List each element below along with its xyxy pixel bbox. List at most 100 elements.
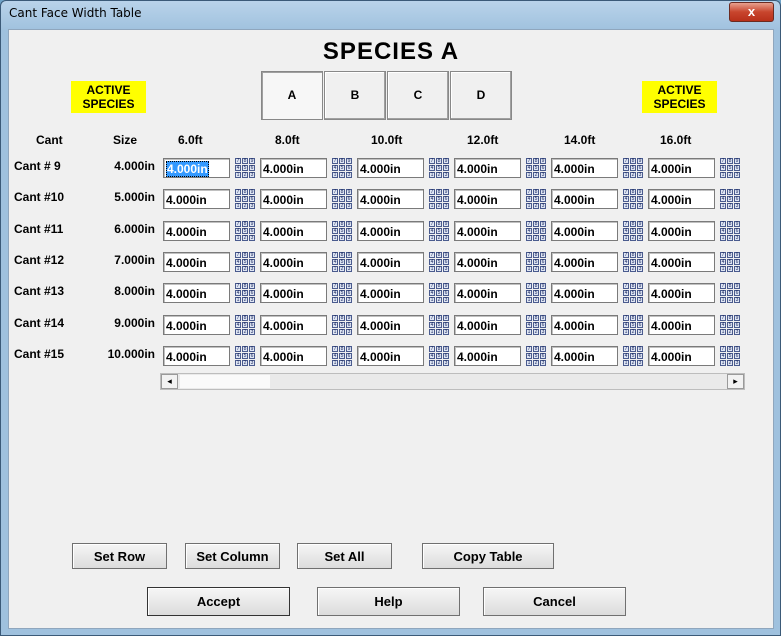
keypad-icon[interactable]: 789 456 123	[429, 220, 449, 242]
scroll-thumb[interactable]	[180, 375, 270, 388]
keypad-icon[interactable]: 789 456 123	[332, 345, 352, 367]
set-all-button[interactable]: Set All	[297, 543, 392, 569]
face-width-input[interactable]: 4.000in	[163, 283, 230, 304]
accept-button[interactable]: Accept	[147, 587, 290, 616]
species-tab-b[interactable]: B	[324, 71, 386, 120]
keypad-icon[interactable]: 789 456 123	[623, 314, 643, 336]
face-width-input[interactable]: 4.000in	[260, 251, 327, 272]
keypad-icon[interactable]: 789 456 123	[332, 282, 352, 304]
face-width-input[interactable]: 4.000in	[454, 345, 521, 366]
face-width-input[interactable]: 4.000in	[551, 158, 618, 178]
face-width-input[interactable]: 4.000in	[357, 189, 424, 210]
face-width-input[interactable]: 4.000in	[260, 314, 327, 335]
keypad-icon[interactable]: 789 456 123	[720, 157, 740, 179]
face-width-input[interactable]: 4.000in	[163, 158, 230, 178]
copy-table-button[interactable]: Copy Table	[422, 543, 554, 569]
face-width-input[interactable]: 4.000in	[260, 158, 327, 178]
species-tab-a[interactable]: A	[261, 71, 323, 120]
face-width-input[interactable]: 4.000in	[454, 314, 521, 335]
face-width-input[interactable]: 4.000in	[454, 251, 521, 272]
face-width-input[interactable]: 4.000in	[260, 345, 327, 366]
help-button[interactable]: Help	[317, 587, 460, 616]
keypad-icon[interactable]: 789 456 123	[429, 345, 449, 367]
cancel-button[interactable]: Cancel	[483, 587, 626, 616]
keypad-icon[interactable]: 789 456 123	[235, 251, 255, 273]
keypad-icon[interactable]: 789 456 123	[623, 345, 643, 367]
keypad-icon[interactable]: 789 456 123	[720, 282, 740, 304]
keypad-icon[interactable]: 789 456 123	[720, 220, 740, 242]
scroll-right-button[interactable]: ▸	[727, 374, 744, 389]
keypad-icon[interactable]: 789 456 123	[332, 220, 352, 242]
face-width-input[interactable]: 4.000in	[648, 189, 715, 210]
keypad-icon[interactable]: 789 456 123	[332, 314, 352, 336]
face-width-input[interactable]: 4.000in	[454, 220, 521, 241]
keypad-icon[interactable]: 789 456 123	[235, 282, 255, 304]
face-width-input[interactable]: 4.000in	[551, 220, 618, 241]
face-width-input[interactable]: 4.000in	[648, 251, 715, 272]
keypad-icon[interactable]: 789 456 123	[623, 220, 643, 242]
face-width-input[interactable]: 4.000in	[163, 251, 230, 272]
keypad-icon[interactable]: 789 456 123	[526, 345, 546, 367]
keypad-icon[interactable]: 789 456 123	[332, 188, 352, 210]
keypad-icon[interactable]: 789 456 123	[235, 188, 255, 210]
keypad-icon[interactable]: 789 456 123	[526, 314, 546, 336]
keypad-icon[interactable]: 789 456 123	[429, 188, 449, 210]
keypad-icon[interactable]: 789 456 123	[623, 188, 643, 210]
keypad-icon[interactable]: 789 456 123	[623, 251, 643, 273]
face-width-input[interactable]: 4.000in	[454, 158, 521, 178]
species-tab-c[interactable]: C	[387, 71, 449, 120]
species-tab-d[interactable]: D	[450, 71, 512, 120]
keypad-icon[interactable]: 789 456 123	[429, 157, 449, 179]
keypad-icon[interactable]: 789 456 123	[429, 314, 449, 336]
face-width-input[interactable]: 4.000in	[551, 283, 618, 304]
title-bar[interactable]: Cant Face Width Table x	[1, 1, 780, 25]
keypad-icon[interactable]: 789 456 123	[526, 157, 546, 179]
face-width-input[interactable]: 4.000in	[454, 283, 521, 304]
keypad-icon[interactable]: 789 456 123	[720, 188, 740, 210]
keypad-icon[interactable]: 789 456 123	[235, 345, 255, 367]
keypad-icon[interactable]: 789 456 123	[720, 314, 740, 336]
horizontal-scrollbar[interactable]: ◂ ▸	[160, 373, 745, 390]
keypad-icon[interactable]: 789 456 123	[429, 251, 449, 273]
face-width-input[interactable]: 4.000in	[454, 189, 521, 210]
keypad-icon[interactable]: 789 456 123	[235, 220, 255, 242]
keypad-icon[interactable]: 789 456 123	[623, 282, 643, 304]
face-width-input[interactable]: 4.000in	[260, 283, 327, 304]
face-width-input[interactable]: 4.000in	[551, 314, 618, 335]
keypad-icon[interactable]: 789 456 123	[332, 251, 352, 273]
face-width-input[interactable]: 4.000in	[551, 189, 618, 210]
keypad-icon[interactable]: 789 456 123	[526, 188, 546, 210]
face-width-input[interactable]: 4.000in	[551, 251, 618, 272]
face-width-input[interactable]: 4.000in	[357, 314, 424, 335]
face-width-input[interactable]: 4.000in	[260, 189, 327, 210]
face-width-input[interactable]: 4.000in	[357, 251, 424, 272]
keypad-icon[interactable]: 789 456 123	[526, 282, 546, 304]
set-column-button[interactable]: Set Column	[185, 543, 280, 569]
face-width-input[interactable]: 4.000in	[648, 314, 715, 335]
keypad-icon[interactable]: 789 456 123	[429, 282, 449, 304]
keypad-icon[interactable]: 789 456 123	[720, 251, 740, 273]
face-width-input[interactable]: 4.000in	[357, 283, 424, 304]
face-width-input[interactable]: 4.000in	[163, 345, 230, 366]
keypad-icon[interactable]: 789 456 123	[526, 251, 546, 273]
keypad-icon[interactable]: 789 456 123	[720, 345, 740, 367]
scroll-left-button[interactable]: ◂	[161, 374, 178, 389]
keypad-icon[interactable]: 789 456 123	[235, 314, 255, 336]
face-width-input[interactable]: 4.000in	[163, 189, 230, 210]
face-width-input[interactable]: 4.000in	[648, 345, 715, 366]
face-width-input[interactable]: 4.000in	[357, 345, 424, 366]
face-width-input[interactable]: 4.000in	[648, 158, 715, 178]
face-width-input[interactable]: 4.000in	[357, 158, 424, 178]
face-width-input[interactable]: 4.000in	[551, 345, 618, 366]
face-width-input[interactable]: 4.000in	[163, 220, 230, 241]
face-width-input[interactable]: 4.000in	[357, 220, 424, 241]
face-width-input[interactable]: 4.000in	[648, 220, 715, 241]
keypad-icon[interactable]: 789 456 123	[526, 220, 546, 242]
face-width-input[interactable]: 4.000in	[648, 283, 715, 304]
face-width-input[interactable]: 4.000in	[163, 314, 230, 335]
keypad-icon[interactable]: 789 456 123	[623, 157, 643, 179]
face-width-input[interactable]: 4.000in	[260, 220, 327, 241]
set-row-button[interactable]: Set Row	[72, 543, 167, 569]
keypad-icon[interactable]: 789 456 123	[332, 157, 352, 179]
keypad-icon[interactable]: 789 456 123	[235, 157, 255, 179]
